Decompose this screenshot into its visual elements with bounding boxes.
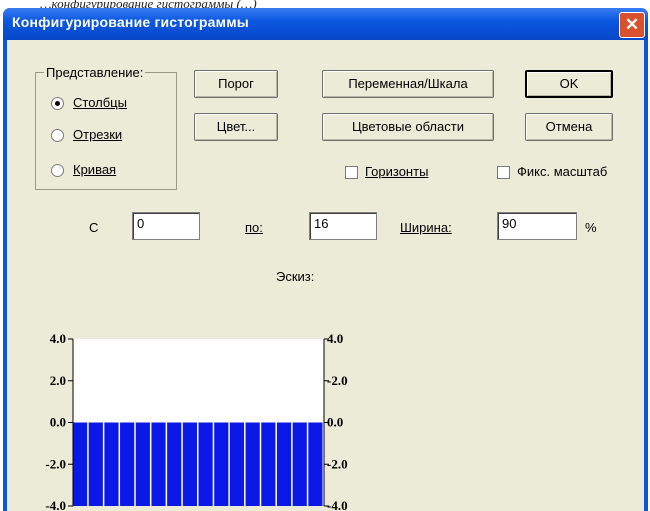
close-icon: ✕ bbox=[624, 15, 640, 34]
histogram-bar bbox=[308, 422, 323, 506]
histogram-bar bbox=[182, 422, 197, 506]
dialog-body: Представление: Столбцы Отрезки Кривая По… bbox=[7, 40, 644, 511]
right-tick-label: -4.0 bbox=[327, 498, 348, 511]
clipped-caption-text: …конфигурирование гистограммы (…) bbox=[40, 0, 257, 8]
radio-curve-label: Кривая bbox=[73, 162, 117, 177]
variable-scale-button[interactable]: Переменная/Шкала bbox=[322, 70, 494, 98]
fixed-scale-checkbox[interactable] bbox=[497, 166, 510, 179]
histogram-bar bbox=[135, 422, 150, 506]
title-bar[interactable]: Конфигурирование гистограммы ✕ bbox=[3, 8, 648, 40]
radio-segments[interactable] bbox=[51, 129, 64, 142]
histogram-bar bbox=[104, 422, 119, 506]
histogram-bar bbox=[261, 422, 276, 506]
right-tick-label: -2.0 bbox=[327, 456, 348, 471]
right-tick-label: -2.0 bbox=[327, 373, 348, 388]
histogram-bar bbox=[151, 422, 166, 506]
radio-curve[interactable] bbox=[51, 164, 64, 177]
preview-label: Эскиз: bbox=[276, 269, 315, 284]
histogram-bar bbox=[198, 422, 213, 506]
horizons-label: Горизонты bbox=[365, 164, 429, 179]
right-tick-label: 4.0 bbox=[327, 331, 343, 346]
left-tick-label: 0.0 bbox=[50, 415, 66, 430]
radio-columns[interactable] bbox=[51, 97, 64, 110]
radio-columns-label: Столбцы bbox=[73, 95, 127, 110]
width-input[interactable]: 90 bbox=[497, 212, 577, 240]
threshold-button[interactable]: Порог bbox=[194, 70, 278, 98]
close-button[interactable]: ✕ bbox=[619, 12, 645, 38]
histogram-bar bbox=[214, 422, 229, 506]
histogram-bar bbox=[167, 422, 182, 506]
histogram-preview-chart: 4.0 4.0 2.0 -2.0 0.0 0.0 -2.0 -2.0 -4.0 -4.0 bbox=[45, 331, 348, 511]
representation-label: Представление: bbox=[44, 65, 146, 80]
from-label: С bbox=[89, 220, 99, 235]
horizons-checkbox[interactable] bbox=[345, 166, 358, 179]
ok-button[interactable]: OK bbox=[525, 70, 613, 98]
left-tick-label: -4.0 bbox=[45, 498, 66, 511]
width-unit: % bbox=[585, 220, 597, 235]
histogram-bar bbox=[229, 422, 245, 506]
right-tick-label: 0.0 bbox=[327, 415, 343, 430]
color-areas-button[interactable]: Цветовые области bbox=[322, 113, 494, 141]
histogram-bar bbox=[120, 422, 135, 506]
dialog-window: Конфигурирование гистограммы ✕ Представл… bbox=[3, 8, 648, 511]
cancel-button[interactable]: Отмена bbox=[525, 113, 613, 141]
histogram-bar bbox=[276, 422, 292, 506]
from-input[interactable]: 0 bbox=[132, 212, 200, 240]
histogram-bar bbox=[88, 422, 103, 506]
left-tick-label: 4.0 bbox=[50, 331, 66, 346]
fixed-scale-label: Фикс. масштаб bbox=[517, 164, 608, 179]
radio-segments-label: Отрезки bbox=[73, 127, 123, 142]
window-title: Конфигурирование гистограммы bbox=[12, 14, 249, 30]
left-tick-label: 2.0 bbox=[50, 373, 66, 388]
width-label: Ширина: bbox=[400, 220, 452, 235]
to-label: по: bbox=[245, 220, 263, 235]
histogram-bar bbox=[73, 422, 88, 506]
to-input[interactable]: 16 bbox=[309, 212, 377, 240]
histogram-bar bbox=[245, 422, 260, 506]
histogram-bar bbox=[292, 422, 307, 506]
left-tick-label: -2.0 bbox=[45, 456, 66, 471]
color-button[interactable]: Цвет... bbox=[194, 113, 278, 141]
